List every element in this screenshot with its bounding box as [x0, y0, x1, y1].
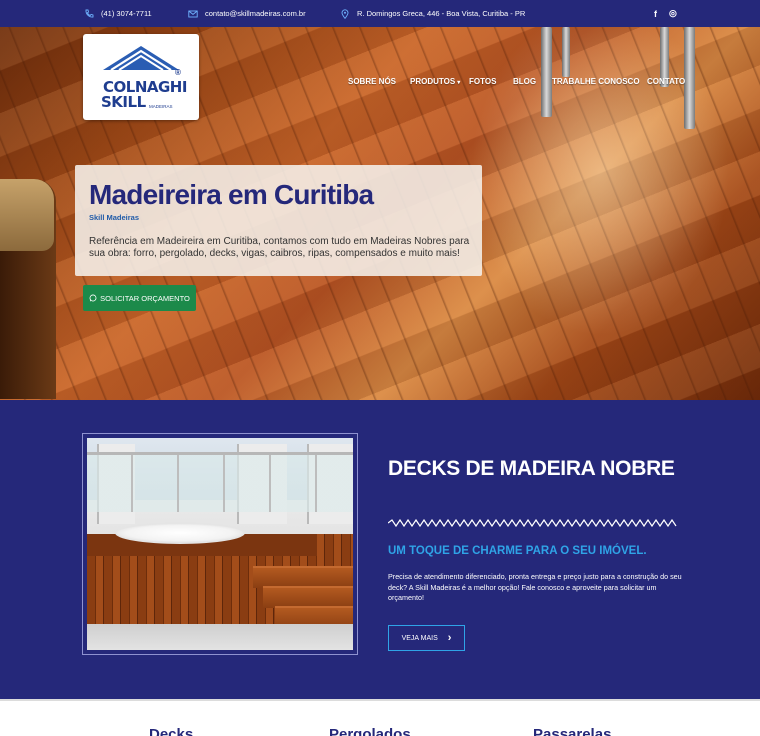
deck-photo: [87, 438, 353, 650]
facebook-link[interactable]: f: [654, 0, 657, 27]
whatsapp-icon: [89, 294, 97, 302]
deck-photo-frame: [82, 433, 358, 655]
registered-mark: ®: [175, 68, 181, 77]
table-leg-image: [562, 27, 570, 77]
category-heading-decks[interactable]: Decks: [149, 726, 193, 736]
decks-description: Precisa de atendimento diferenciado, pro…: [388, 572, 682, 602]
instagram-link[interactable]: ◎: [669, 0, 677, 27]
decks-tagline: UM TOQUE DE CHARME PARA O SEU IMÓVEL.: [388, 545, 647, 557]
logo-line-2: SKILL: [101, 93, 146, 111]
nav-item-produtos-label: PRODUTOS: [410, 76, 456, 86]
address-text: R. Domingos Greca, 446 - Boa Vista, Curi…: [357, 9, 526, 18]
phone-contact[interactable]: (41) 3074-7711: [84, 0, 152, 27]
see-more-button[interactable]: VEJA MAIS ›: [388, 625, 465, 651]
section-divider: [0, 699, 760, 701]
nav-item-fotos[interactable]: FOTOS: [469, 77, 496, 86]
chevron-down-icon: ▾: [457, 79, 461, 86]
hero-subtitle: Skill Madeiras: [89, 213, 140, 222]
roof-logo-icon: [103, 46, 179, 71]
nav-item-contato[interactable]: CONTATO: [647, 77, 685, 86]
chair-seat-image: [0, 179, 54, 251]
category-heading-passarelas[interactable]: Passarelas: [533, 726, 611, 736]
see-more-label: VEJA MAIS: [401, 634, 438, 642]
instagram-icon: ◎: [669, 8, 677, 18]
hero-description: Referência em Madeireira em Curitiba, co…: [89, 236, 470, 259]
zigzag-divider: [388, 518, 677, 528]
request-quote-label: SOLICITAR ORÇAMENTO: [100, 293, 190, 303]
address-contact[interactable]: R. Domingos Greca, 446 - Boa Vista, Curi…: [340, 0, 525, 27]
nav-item-trabalhe-conosco[interactable]: TRABALHE CONOSCO: [552, 77, 640, 86]
nav-item-blog[interactable]: BLOG: [513, 77, 536, 86]
top-contact-bar: (41) 3074-7711 contato@skillmadeiras.com…: [0, 0, 760, 27]
nav-item-produtos[interactable]: PRODUTOS ▾: [410, 77, 460, 86]
request-quote-button[interactable]: SOLICITAR ORÇAMENTO: [83, 285, 196, 311]
decks-title: DECKS DE MADEIRA NOBRE: [388, 457, 675, 480]
location-pin-icon: [341, 8, 349, 19]
hero-card: Madeireira em Curitiba Skill Madeiras Re…: [75, 165, 482, 276]
page-title: Madeireira em Curitiba: [89, 179, 374, 210]
category-heading-pergolados[interactable]: Pergolados: [329, 726, 411, 736]
chevron-right-icon: ›: [447, 632, 452, 644]
email-contact[interactable]: contato@skillmadeiras.com.br: [188, 0, 306, 27]
email-address: contato@skillmadeiras.com.br: [205, 9, 306, 18]
logo-line-3: MADEIRAS: [149, 104, 173, 109]
facebook-icon: f: [654, 8, 657, 19]
phone-icon: [85, 9, 94, 17]
table-leg-image: [684, 27, 695, 129]
table-leg-image: [541, 27, 552, 117]
decks-section: DECKS DE MADEIRA NOBRE UM TOQUE DE CHARM…: [0, 400, 760, 700]
mail-icon: [188, 10, 198, 17]
site-logo[interactable]: ® COLNAGHI SKILL MADEIRAS: [83, 34, 199, 120]
nav-item-sobre-nos[interactable]: SOBRE NÓS: [348, 77, 396, 86]
phone-number: (41) 3074-7711: [101, 9, 152, 18]
